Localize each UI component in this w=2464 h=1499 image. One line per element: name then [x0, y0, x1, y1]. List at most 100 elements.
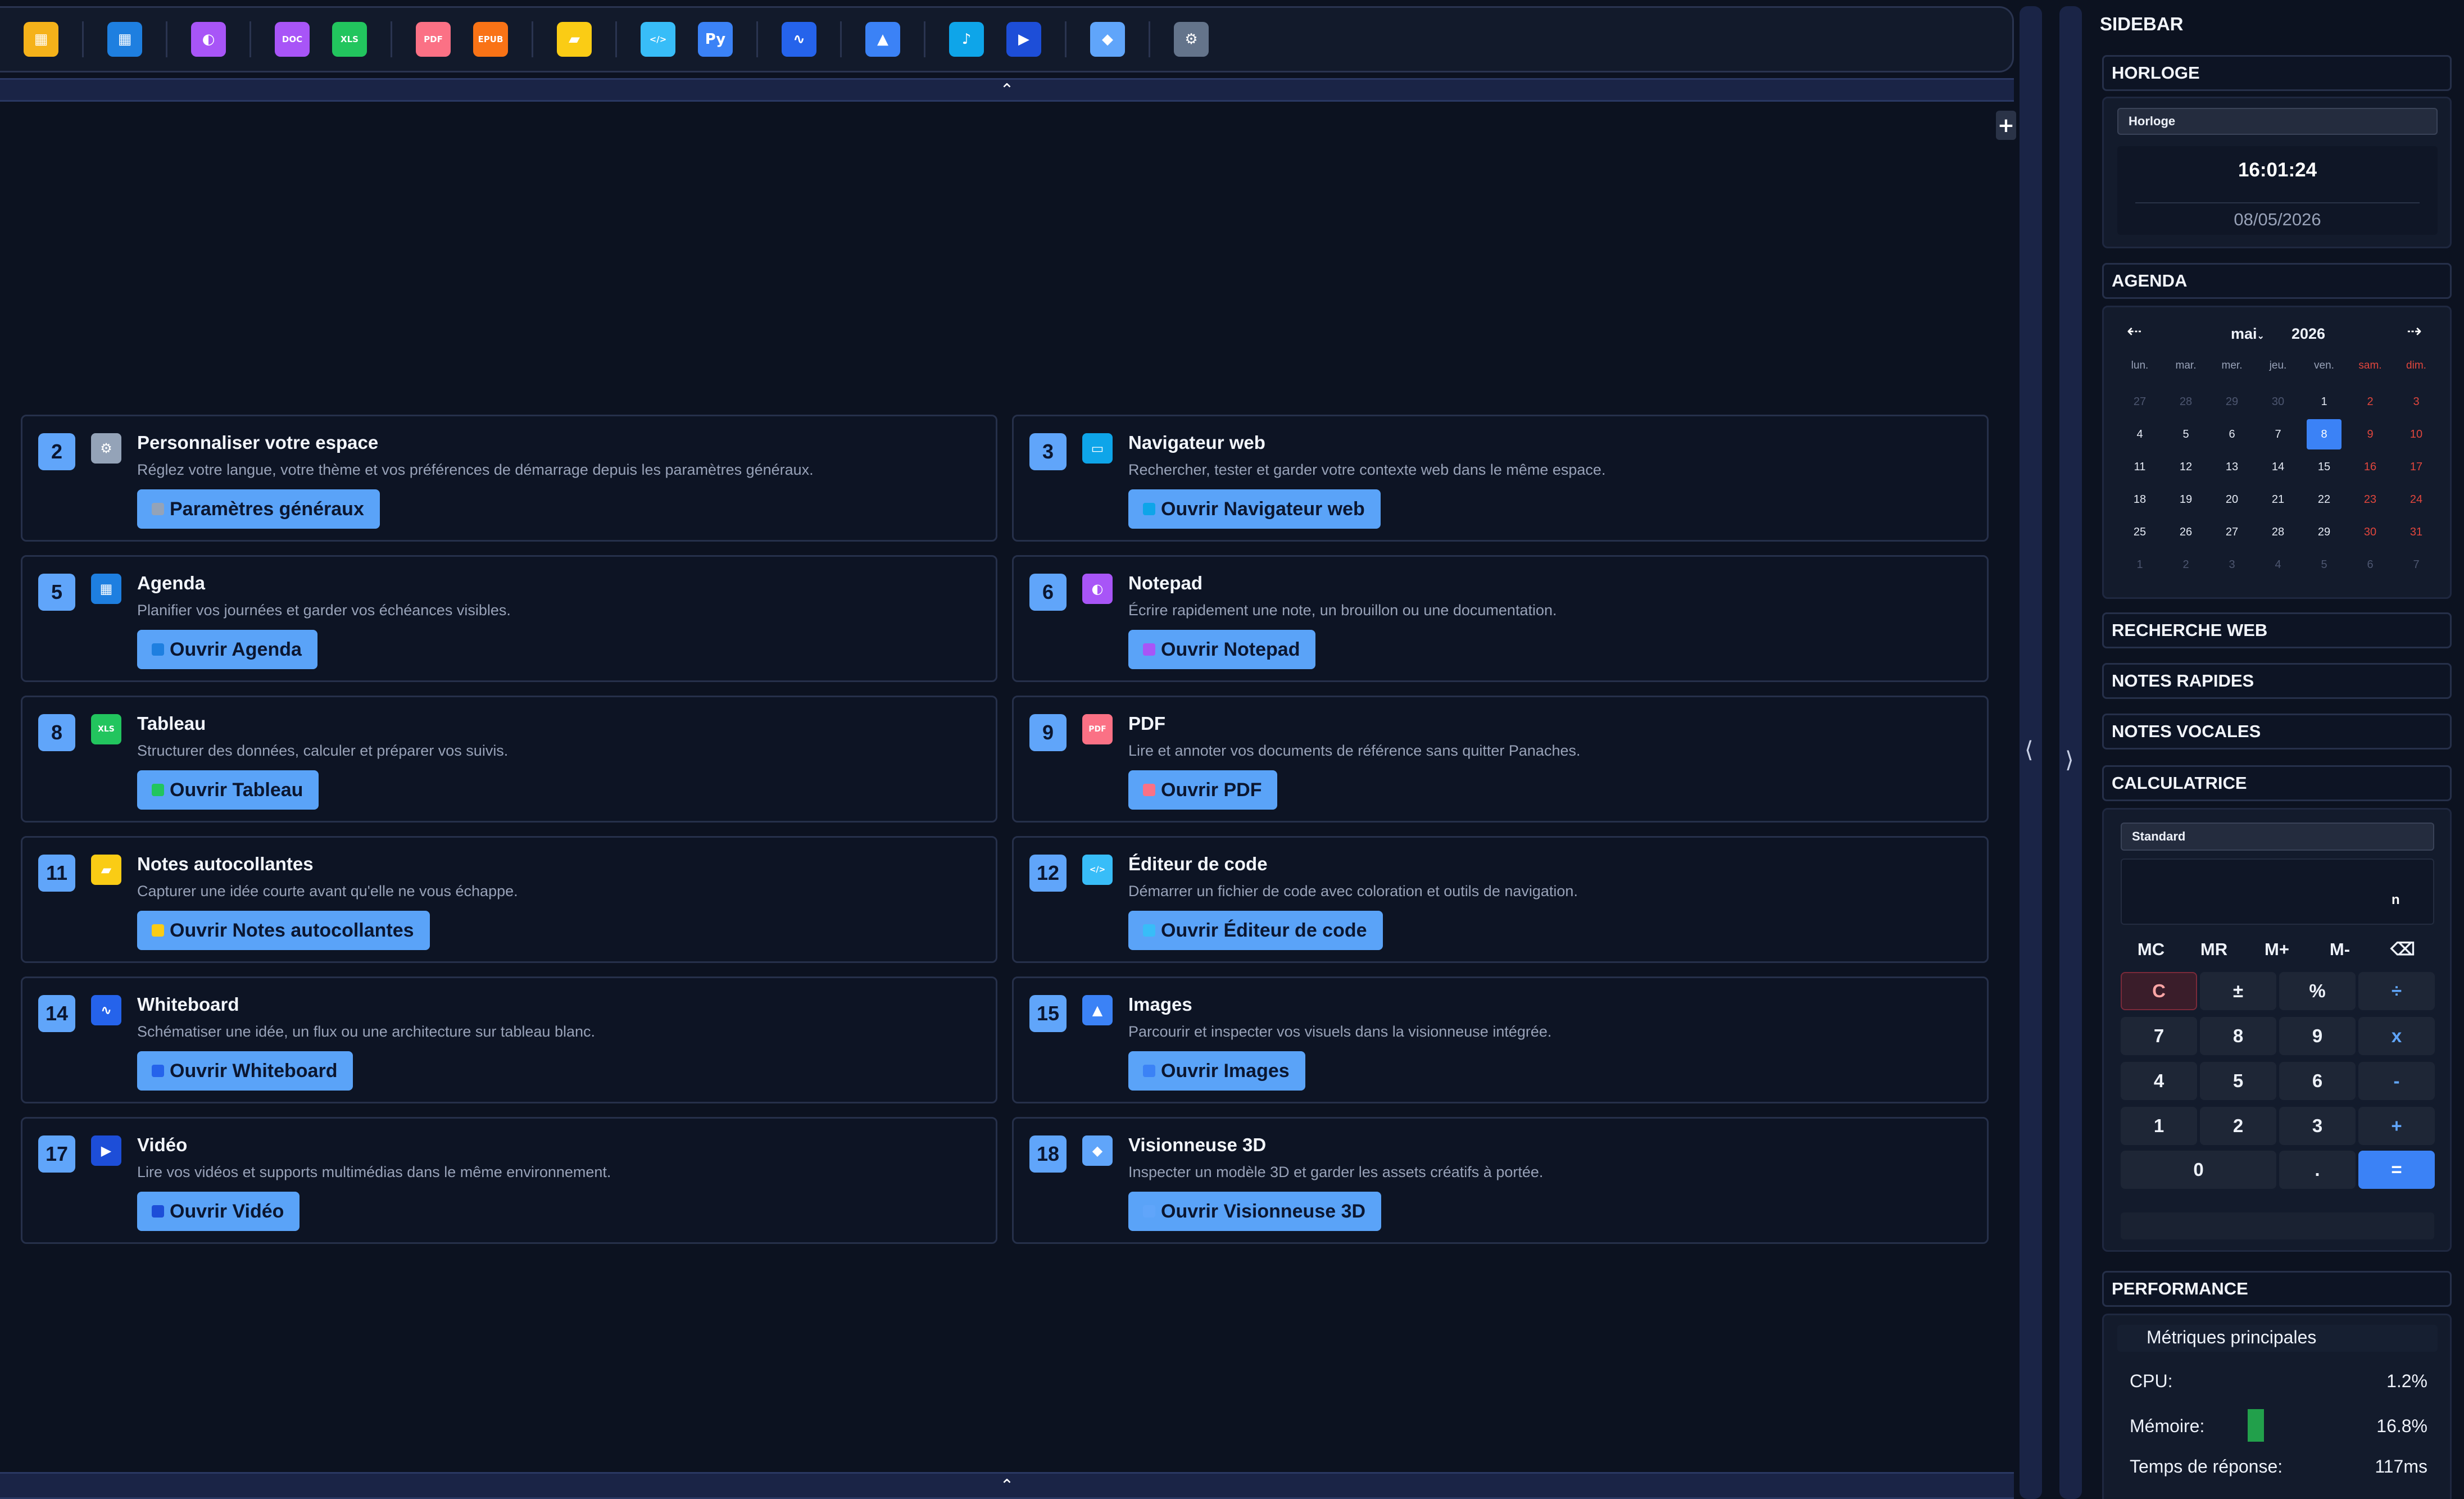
memory-add-button[interactable]: M+ — [2248, 934, 2306, 965]
toolbar-spreadsheet-app-icon[interactable]: XLS — [332, 22, 367, 57]
open-app-button[interactable]: Ouvrir Tableau — [137, 770, 319, 810]
open-app-button[interactable]: Ouvrir Images — [1128, 1051, 1305, 1091]
calendar-day[interactable]: 29 — [2301, 516, 2347, 548]
calculator-key[interactable]: x — [2358, 1017, 2435, 1055]
memory-clear-button[interactable]: MC — [2122, 934, 2180, 965]
calculator-key[interactable]: 3 — [2279, 1107, 2356, 1145]
calendar-day[interactable]: 31 — [2393, 516, 2439, 548]
calendar-day[interactable]: 7 — [2393, 548, 2439, 581]
toolbar-images-app-icon[interactable]: ▲ — [865, 22, 900, 57]
calendar-day[interactable]: 1 — [2117, 548, 2163, 581]
sidebar-section-header[interactable]: NOTES VOCALES — [2102, 714, 2452, 750]
calendar-day[interactable]: 2 — [2163, 548, 2209, 581]
open-app-button[interactable]: Ouvrir Agenda — [137, 630, 317, 669]
calendar-day[interactable]: 30 — [2255, 385, 2301, 418]
toolbar-whiteboard-app-icon[interactable]: ∿ — [782, 22, 816, 57]
calculator-key[interactable]: 4 — [2121, 1062, 2197, 1100]
collapse-right-icon[interactable]: ⟩ — [2065, 747, 2074, 773]
calculator-key[interactable]: 2 — [2200, 1107, 2276, 1145]
calendar-day[interactable]: 11 — [2117, 451, 2163, 483]
toolbar-3d-viewer-app-icon[interactable]: ◆ — [1090, 22, 1125, 57]
calculator-key[interactable]: - — [2358, 1062, 2435, 1100]
collapse-top-button[interactable]: ⌃ — [0, 78, 2014, 102]
calendar-day[interactable]: 27 — [2209, 516, 2255, 548]
calendar-day[interactable]: 5 — [2163, 418, 2209, 451]
open-app-button[interactable]: Ouvrir Notes autocollantes — [137, 911, 430, 950]
calendar-day[interactable]: 24 — [2393, 483, 2439, 516]
clock-mode-select[interactable]: Horloge — [2117, 108, 2438, 135]
calendar-day[interactable]: 29 — [2209, 385, 2255, 418]
calculator-panel-header[interactable]: CALCULATRICE — [2102, 765, 2452, 801]
sidebar-section-header[interactable]: RECHERCHE WEB — [2102, 612, 2452, 648]
toolbar-sticky-note-app-icon[interactable]: ▰ — [557, 22, 592, 57]
calendar-day[interactable]: 10 — [2393, 418, 2439, 451]
calendar-day[interactable]: 26 — [2163, 516, 2209, 548]
calculator-key[interactable]: ± — [2200, 972, 2276, 1010]
toolbar-notepad-app-icon[interactable]: ◐ — [191, 22, 226, 57]
memory-subtract-button[interactable]: M- — [2311, 934, 2369, 965]
calendar-day[interactable]: 5 — [2301, 548, 2347, 581]
calculator-key-equals[interactable]: = — [2358, 1151, 2435, 1189]
calculator-key[interactable]: 1 — [2121, 1107, 2197, 1145]
open-app-button[interactable]: Ouvrir Visionneuse 3D — [1128, 1192, 1382, 1231]
calendar-day[interactable]: 14 — [2255, 451, 2301, 483]
calendar-day[interactable]: 25 — [2117, 516, 2163, 548]
calendar-day[interactable]: 7 — [2255, 418, 2301, 451]
open-app-button[interactable]: Ouvrir Vidéo — [137, 1192, 300, 1231]
calendar-day[interactable]: 9 — [2347, 418, 2393, 451]
calendar-day[interactable]: 23 — [2347, 483, 2393, 516]
calendar-day[interactable]: 16 — [2347, 451, 2393, 483]
calculator-key[interactable]: 8 — [2200, 1017, 2276, 1055]
toolbar-music-app-icon[interactable]: ♪ — [949, 22, 984, 57]
toolbar-doc-app-icon[interactable]: DOC — [275, 22, 310, 57]
calculator-key-zero[interactable]: 0 — [2121, 1151, 2276, 1189]
calculator-key[interactable]: % — [2279, 972, 2356, 1010]
calculator-key[interactable]: + — [2358, 1107, 2435, 1145]
agenda-panel-header[interactable]: AGENDA — [2102, 263, 2452, 299]
toolbar-code-editor-app-icon[interactable]: </> — [641, 22, 675, 57]
calendar-day[interactable]: 17 — [2393, 451, 2439, 483]
year-label[interactable]: 2026 — [2291, 325, 2325, 343]
prev-month-button[interactable]: ⇠ — [2127, 320, 2142, 342]
toolbar-pdf-app-icon[interactable]: PDF — [416, 22, 451, 57]
calculator-key[interactable]: 6 — [2279, 1062, 2356, 1100]
calculator-key[interactable]: C — [2121, 972, 2197, 1010]
calendar-day[interactable]: 19 — [2163, 483, 2209, 516]
calendar-day[interactable]: 30 — [2347, 516, 2393, 548]
memory-recall-button[interactable]: MR — [2185, 934, 2243, 965]
backspace-button[interactable]: ⌫ — [2374, 934, 2432, 965]
calendar-day[interactable]: 18 — [2117, 483, 2163, 516]
add-widget-button[interactable]: + — [1996, 111, 2016, 140]
calendar-day[interactable]: 4 — [2255, 548, 2301, 581]
sidebar-section-header[interactable]: NOTES RAPIDES — [2102, 663, 2452, 699]
open-app-button[interactable]: Ouvrir PDF — [1128, 770, 1278, 810]
calculator-key[interactable]: 7 — [2121, 1017, 2197, 1055]
open-app-button[interactable]: Ouvrir Éditeur de code — [1128, 911, 1383, 950]
calendar-day[interactable]: 27 — [2117, 385, 2163, 418]
month-select[interactable]: mai⌄ — [2231, 325, 2265, 343]
open-app-button[interactable]: Paramètres généraux — [137, 489, 380, 529]
calendar-day[interactable]: 6 — [2347, 548, 2393, 581]
toolbar-calendar-app-icon[interactable]: ▦ — [107, 22, 142, 57]
open-app-button[interactable]: Ouvrir Notepad — [1128, 630, 1316, 669]
calendar-day[interactable]: 12 — [2163, 451, 2209, 483]
collapse-bottom-button[interactable]: ⌃ — [0, 1472, 2014, 1499]
clock-panel-header[interactable]: HORLOGE — [2102, 55, 2452, 91]
calendar-day[interactable]: 3 — [2209, 548, 2255, 581]
calendar-day[interactable]: 8 — [2307, 419, 2342, 449]
calendar-day[interactable]: 28 — [2163, 385, 2209, 418]
open-app-button[interactable]: Ouvrir Whiteboard — [137, 1051, 353, 1091]
calendar-day[interactable]: 28 — [2255, 516, 2301, 548]
collapse-left-icon[interactable]: ⟨ — [2025, 737, 2034, 763]
calendar-day[interactable]: 13 — [2209, 451, 2255, 483]
calculator-mode-select[interactable]: Standard — [2121, 823, 2434, 851]
calculator-key[interactable]: ÷ — [2358, 972, 2435, 1010]
calendar-day[interactable]: 1 — [2301, 385, 2347, 418]
calendar-day[interactable]: 4 — [2117, 418, 2163, 451]
toolbar-video-app-icon[interactable]: ▶ — [1006, 22, 1041, 57]
toolbar-epub-app-icon[interactable]: EPUB — [473, 22, 508, 57]
toolbar-settings-app-icon[interactable]: ⚙ — [1174, 22, 1209, 57]
next-month-button[interactable]: ⇢ — [2407, 320, 2422, 342]
calendar-day[interactable]: 20 — [2209, 483, 2255, 516]
calendar-day[interactable]: 6 — [2209, 418, 2255, 451]
